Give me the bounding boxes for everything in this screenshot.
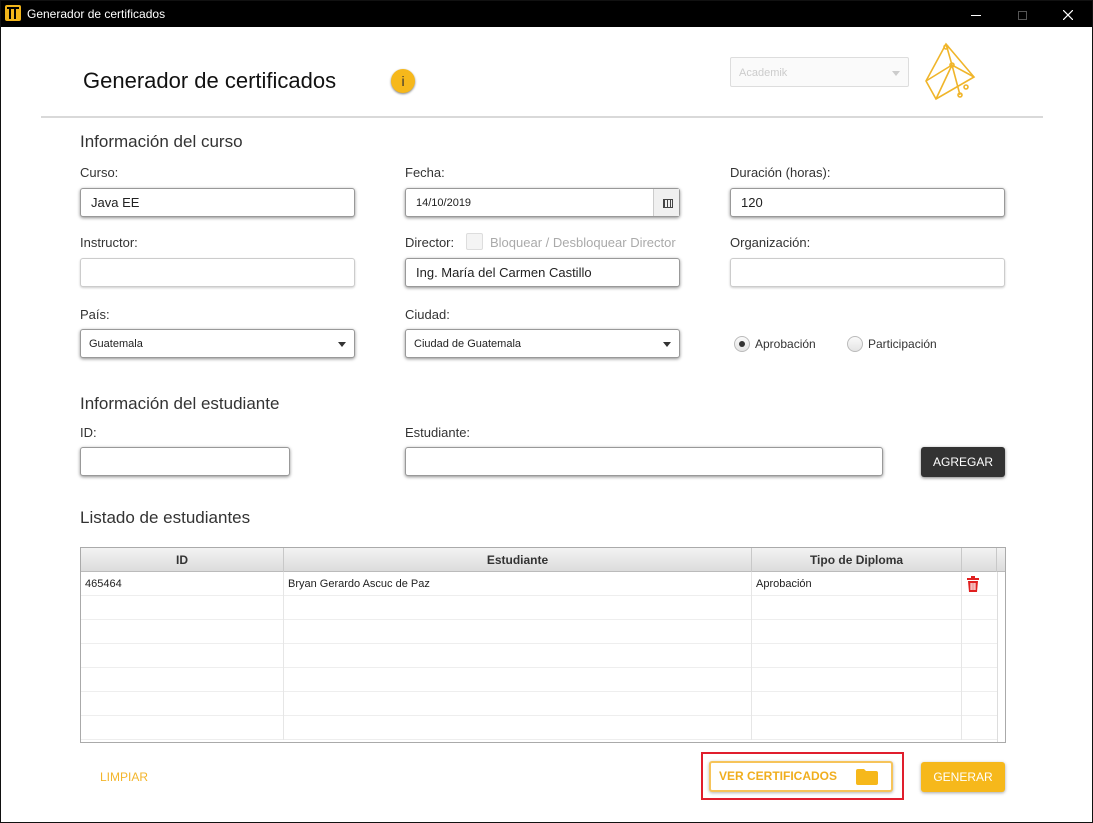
folder-icon xyxy=(856,769,878,785)
table-header: ID Estudiante Tipo de Diploma xyxy=(81,548,1005,572)
table-row-empty xyxy=(81,716,1005,740)
student-id-label: ID: xyxy=(80,425,97,440)
director-lock-label: Bloquear / Desbloquear Director xyxy=(490,235,676,250)
chevron-down-icon xyxy=(663,342,671,347)
duracion-input[interactable]: 120 xyxy=(730,188,1005,217)
curso-input[interactable]: Java EE xyxy=(80,188,355,217)
director-label: Director: xyxy=(405,235,455,250)
maximize-icon xyxy=(1017,10,1027,20)
table-row-empty xyxy=(81,620,1005,644)
radio-aprobacion[interactable] xyxy=(734,336,750,352)
table-row-empty xyxy=(81,668,1005,692)
close-icon xyxy=(1062,9,1074,21)
brand-logo-icon xyxy=(925,42,976,101)
ciudad-label: Ciudad: xyxy=(405,307,450,322)
duracion-label: Duración (horas): xyxy=(730,165,831,180)
header-divider xyxy=(41,116,1043,118)
row-student: Bryan Gerardo Ascuc de Paz xyxy=(284,572,752,596)
app-logo-icon xyxy=(5,5,21,21)
generate-button[interactable]: GENERAR xyxy=(921,762,1005,792)
maximize-button[interactable] xyxy=(999,1,1045,27)
table-row-empty xyxy=(81,692,1005,716)
pais-select[interactable]: Guatemala xyxy=(80,329,355,358)
fecha-date-picker[interactable]: 14/10/2019 xyxy=(405,188,680,217)
add-student-button[interactable]: AGREGAR xyxy=(921,447,1005,477)
column-header-id[interactable]: ID xyxy=(81,548,284,572)
window-title: Generador de certificados xyxy=(27,7,166,21)
course-section-title: Información del curso xyxy=(80,132,243,151)
organization-select[interactable]: Academik xyxy=(730,57,909,87)
student-section-title: Información del estudiante xyxy=(80,394,280,413)
students-table: ID Estudiante Tipo de Diploma 465464 Bry… xyxy=(80,547,1006,743)
row-type: Aprobación xyxy=(752,572,962,596)
radio-participacion[interactable] xyxy=(847,336,863,352)
app-window: Generador de certificados Generador de c… xyxy=(0,0,1093,823)
director-input[interactable]: Ing. María del Carmen Castillo xyxy=(405,258,680,287)
organization-select-value: Academik xyxy=(739,67,788,79)
student-id-input[interactable] xyxy=(80,447,290,476)
student-name-label: Estudiante: xyxy=(405,425,471,440)
director-input-value: Ing. María del Carmen Castillo xyxy=(416,265,592,280)
table-row-empty xyxy=(81,644,1005,668)
director-lock-checkbox[interactable] xyxy=(466,233,483,250)
curso-input-value: Java EE xyxy=(91,195,140,210)
minimize-icon xyxy=(971,14,981,16)
column-header-type[interactable]: Tipo de Diploma xyxy=(752,548,962,572)
fecha-label: Fecha: xyxy=(405,165,445,180)
info-icon[interactable]: i xyxy=(391,69,415,93)
clear-button[interactable]: LIMPIAR xyxy=(100,770,148,784)
instructor-input[interactable] xyxy=(80,258,355,287)
view-certificates-button[interactable]: VER CERTIFICADOS xyxy=(709,761,893,792)
student-name-input[interactable] xyxy=(405,447,883,476)
title-bar: Generador de certificados xyxy=(1,1,1092,27)
pais-label: País: xyxy=(80,307,110,322)
pais-select-value: Guatemala xyxy=(89,338,143,350)
ciudad-select-value: Ciudad de Guatemala xyxy=(414,338,522,350)
instructor-label: Instructor: xyxy=(80,235,138,250)
duracion-input-value: 120 xyxy=(741,195,763,210)
page-title: Generador de certificados xyxy=(83,68,337,93)
chevron-down-icon xyxy=(338,342,346,347)
radio-participacion-label: Participación xyxy=(868,337,937,351)
row-id: 465464 xyxy=(81,572,284,596)
calendar-icon[interactable] xyxy=(653,189,679,216)
radio-aprobacion-label: Aprobación xyxy=(755,337,816,351)
view-certificates-label: VER CERTIFICADOS xyxy=(719,769,838,783)
table-row-empty xyxy=(81,596,1005,620)
organizacion-label: Organización: xyxy=(730,235,811,250)
organizacion-input[interactable] xyxy=(730,258,1005,287)
chevron-down-icon xyxy=(892,71,900,76)
list-section-title: Listado de estudiantes xyxy=(80,508,251,527)
trash-icon[interactable] xyxy=(965,576,981,592)
table-scrollbar[interactable] xyxy=(997,572,1005,742)
column-header-student[interactable]: Estudiante xyxy=(284,548,752,572)
column-header-actions xyxy=(962,548,997,572)
close-button[interactable] xyxy=(1045,1,1091,27)
minimize-button[interactable] xyxy=(953,1,999,27)
fecha-value: 14/10/2019 xyxy=(416,197,472,209)
ciudad-select[interactable]: Ciudad de Guatemala xyxy=(405,329,680,358)
table-row[interactable]: 465464 Bryan Gerardo Ascuc de Paz Aproba… xyxy=(81,572,1005,596)
curso-label: Curso: xyxy=(80,165,119,180)
